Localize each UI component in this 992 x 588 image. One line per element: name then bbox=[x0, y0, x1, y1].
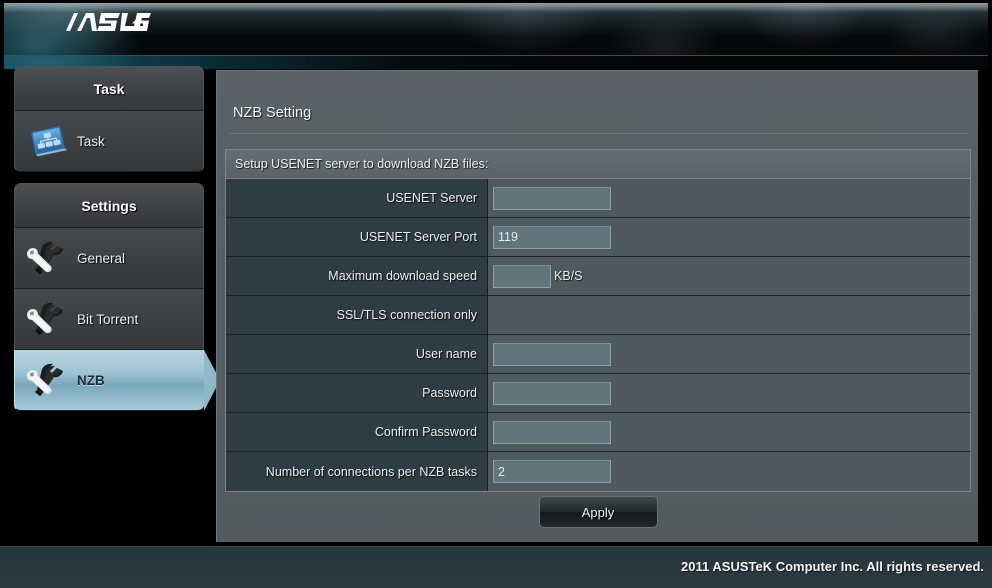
confirm-password-input[interactable] bbox=[493, 420, 611, 444]
usenet-server-port-input[interactable] bbox=[493, 225, 611, 249]
table-row: Number of connections per NZB tasks bbox=[226, 452, 970, 491]
apply-button[interactable]: Apply bbox=[538, 496, 658, 528]
page-title: NZB Setting bbox=[233, 105, 312, 121]
sidebar-item-bit-torrent[interactable]: Bit Torrent bbox=[14, 289, 204, 350]
apply-button-container: Apply bbox=[225, 496, 971, 528]
password-input[interactable] bbox=[493, 381, 611, 405]
sidebar-item-label-general: General bbox=[77, 250, 126, 266]
row-value-password bbox=[488, 374, 970, 412]
application-window: Task Task Settings General Bit Torrent N… bbox=[0, 0, 992, 588]
row-label-ssl-tls-connection-only: SSL/TLS connection only bbox=[226, 296, 488, 334]
asus-logo-icon bbox=[66, 13, 151, 31]
sidebar-item-task[interactable]: Task bbox=[14, 111, 204, 172]
table-row: Confirm Password bbox=[226, 413, 970, 452]
row-label-password: Password bbox=[226, 374, 488, 412]
sidebar-item-label-nzb: NZB bbox=[77, 372, 105, 388]
table-caption: Setup USENET server to download NZB file… bbox=[226, 150, 970, 179]
row-value-ssl-tls-connection-only[interactable] bbox=[488, 296, 970, 334]
table-row: Password bbox=[226, 374, 970, 413]
row-label-number-of-connections: Number of connections per NZB tasks bbox=[226, 452, 488, 491]
copyright-text: 2011 ASUSTeK Computer Inc. All rights re… bbox=[681, 559, 984, 574]
tools-icon bbox=[21, 360, 73, 400]
row-label-user-name: User name bbox=[226, 335, 488, 373]
sidebar-section-title-task: Task bbox=[14, 66, 204, 111]
sidebar-section-title-settings: Settings bbox=[14, 183, 204, 228]
row-value-confirm-password bbox=[488, 413, 970, 451]
row-value-number-of-connections bbox=[488, 452, 970, 491]
number-of-connections-input[interactable] bbox=[493, 460, 611, 483]
title-divider bbox=[229, 133, 967, 134]
sidebar-item-label-bit-torrent: Bit Torrent bbox=[77, 311, 139, 327]
table-row: SSL/TLS connection only bbox=[226, 296, 970, 335]
user-name-input[interactable] bbox=[493, 342, 611, 366]
row-value-maximum-download-speed: KB/S bbox=[488, 257, 970, 295]
row-label-maximum-download-speed: Maximum download speed bbox=[226, 257, 488, 295]
usenet-server-input[interactable] bbox=[493, 186, 611, 210]
table-row: User name bbox=[226, 335, 970, 374]
table-row: USENET Server bbox=[226, 179, 970, 218]
row-label-usenet-server-port: USENET Server Port bbox=[226, 218, 488, 256]
sidebar-section-settings: Settings General Bit Torrent NZB bbox=[14, 183, 220, 411]
tools-icon bbox=[21, 299, 73, 339]
download-speed-unit-label: KB/S bbox=[554, 269, 583, 283]
row-label-confirm-password: Confirm Password bbox=[226, 413, 488, 451]
table-row: Maximum download speed KB/S bbox=[226, 257, 970, 296]
sidebar-item-label-task: Task bbox=[77, 133, 105, 149]
sidebar-item-general[interactable]: General bbox=[14, 228, 204, 289]
row-value-usenet-server bbox=[488, 179, 970, 217]
nzb-settings-table: Setup USENET server to download NZB file… bbox=[225, 149, 971, 492]
sidebar: Task Task Settings General Bit Torrent N… bbox=[14, 66, 220, 422]
header-banner bbox=[4, 3, 988, 56]
row-value-usenet-server-port bbox=[488, 218, 970, 256]
tools-icon bbox=[21, 238, 73, 278]
row-value-user-name bbox=[488, 335, 970, 373]
sidebar-item-nzb[interactable]: NZB bbox=[14, 350, 220, 411]
sidebar-section-task: Task Task bbox=[14, 66, 204, 172]
row-label-usenet-server: USENET Server bbox=[226, 179, 488, 217]
network-task-icon bbox=[21, 121, 73, 161]
maximum-download-speed-input[interactable] bbox=[493, 264, 551, 288]
footer-bar: 2011 ASUSTeK Computer Inc. All rights re… bbox=[0, 546, 992, 588]
table-row: USENET Server Port bbox=[226, 218, 970, 257]
main-content-panel: NZB Setting Setup USENET server to downl… bbox=[216, 70, 978, 542]
